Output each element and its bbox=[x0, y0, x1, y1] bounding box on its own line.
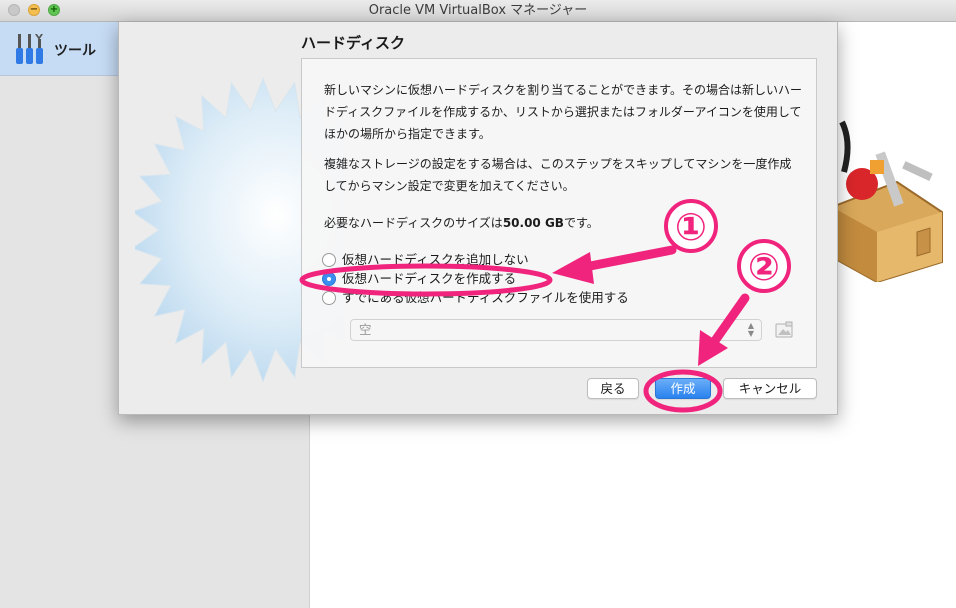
hard-disk-dialog: ハードディスク 新しいマシンに仮想ハードディスクを割り当てることができます。その… bbox=[118, 22, 838, 415]
radio-label: 仮想ハードディスクを作成する bbox=[342, 271, 517, 286]
radio-button-selected[interactable] bbox=[322, 272, 336, 286]
size-value: 50.00 GB bbox=[502, 216, 564, 230]
existing-disk-select[interactable]: 空 ▲ ▼ bbox=[350, 319, 762, 341]
radio-label: 仮想ハードディスクを追加しない bbox=[342, 252, 529, 267]
window-zoom-button[interactable]: + bbox=[48, 4, 60, 16]
dialog-content-panel: 新しいマシンに仮想ハードディスクを割り当てることができます。その場合は新しいハー… bbox=[301, 58, 817, 368]
window-title: Oracle VM VirtualBox マネージャー bbox=[368, 3, 588, 18]
updown-chevron-icon: ▲ ▼ bbox=[747, 321, 755, 338]
radio-label: すでにある仮想ハードディスクファイルを使用する bbox=[342, 290, 629, 305]
size-suffix: です。 bbox=[563, 216, 599, 230]
description-paragraph-2: 複雑なストレージの設定をする場合は、このステップをスキップしてマシンを一度作成し… bbox=[324, 157, 792, 193]
window-titlebar: − + Oracle VM VirtualBox マネージャー bbox=[0, 0, 956, 22]
description-paragraph-1: 新しいマシンに仮想ハードディスクを割り当てることができます。その場合は新しいハー… bbox=[324, 83, 802, 141]
radio-button[interactable] bbox=[322, 253, 336, 267]
folder-picker-icon[interactable] bbox=[774, 320, 794, 340]
tools-icon bbox=[16, 34, 43, 64]
create-button[interactable]: 作成 bbox=[655, 378, 711, 399]
toolbox-icon bbox=[831, 120, 943, 282]
minimize-icon: − bbox=[29, 4, 39, 15]
sidebar-tools-label: ツール bbox=[54, 43, 96, 59]
dialog-title: ハードディスク bbox=[301, 34, 405, 52]
window-close-button[interactable] bbox=[8, 4, 20, 16]
radio-button[interactable] bbox=[322, 291, 336, 305]
size-prefix: 必要なハードディスクのサイズは bbox=[324, 216, 503, 230]
cancel-button[interactable]: キャンセル bbox=[723, 378, 817, 399]
zoom-icon: + bbox=[49, 4, 59, 15]
existing-disk-select-value: 空 bbox=[359, 322, 372, 337]
back-button[interactable]: 戻る bbox=[587, 378, 639, 399]
required-size-text: 必要なハードディスクのサイズは50.00 GBです。 bbox=[324, 212, 802, 234]
window-minimize-button[interactable]: − bbox=[28, 4, 40, 16]
